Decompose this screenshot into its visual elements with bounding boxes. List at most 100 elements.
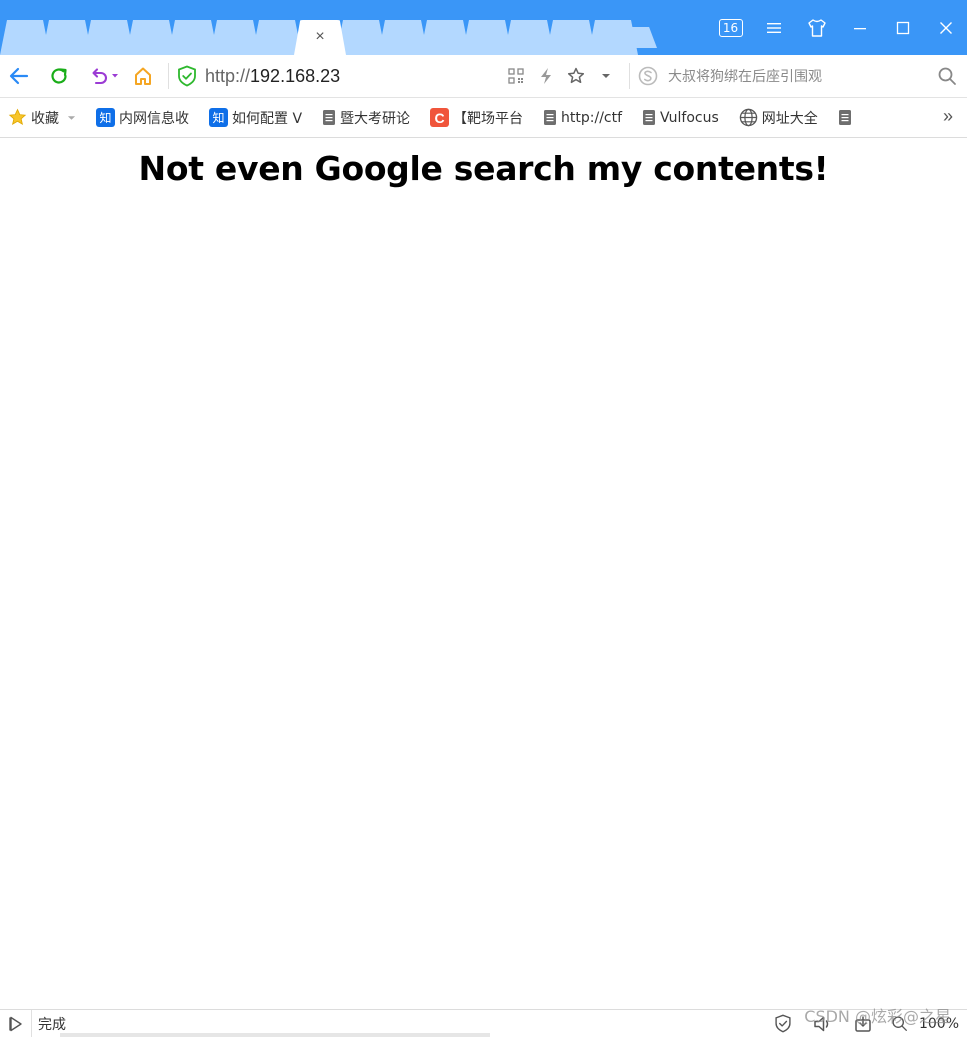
address-dropdown-button[interactable]: [591, 59, 621, 93]
c-logo-icon: C: [430, 108, 450, 127]
maximize-icon: [896, 21, 909, 34]
bookmark-item[interactable]: [838, 104, 852, 132]
more-bookmarks-button[interactable]: »: [943, 106, 953, 127]
refresh-icon: [51, 68, 67, 84]
page-icon: [544, 110, 557, 125]
star-outline-icon: [567, 67, 585, 84]
new-tab-button[interactable]: [621, 27, 657, 48]
bookmark-label: Vulfocus: [660, 109, 719, 126]
chevron-down-icon: [602, 74, 610, 78]
bookmark-item[interactable]: 知 内网信息收: [96, 104, 189, 132]
zoom-magnifier-icon: [892, 1016, 908, 1031]
bookmark-item[interactable]: Vulfocus: [642, 104, 719, 132]
browser-tab[interactable]: [546, 20, 596, 55]
lightning-icon: [541, 68, 551, 84]
bookmark-label: 网址大全: [761, 110, 818, 127]
bookmark-item[interactable]: 知 如何配置 V: [209, 104, 302, 132]
zhihu-icon: 知: [96, 108, 115, 127]
bookmarks-bar: 收藏 知 内网信息收 知 如何配置 V 暨大考研论 C 【靶场平台 http:/…: [0, 98, 967, 138]
status-text: 完成: [38, 1016, 66, 1033]
search-box[interactable]: 大叔将狗绑在后座引围观: [638, 59, 967, 93]
browser-tab-active[interactable]: ×: [294, 20, 346, 55]
download-button[interactable]: [843, 1010, 883, 1037]
browser-tab[interactable]: [168, 20, 218, 55]
browser-tab[interactable]: [84, 20, 134, 55]
browser-tab[interactable]: [252, 20, 302, 55]
bookmark-label: 内网信息收: [119, 110, 189, 127]
security-shield-icon[interactable]: [177, 65, 197, 87]
globe-icon: [739, 108, 758, 127]
bookmark-item[interactable]: 网址大全: [739, 104, 818, 132]
refresh-button[interactable]: [42, 59, 76, 93]
bookmark-label: http://ctf: [561, 109, 623, 126]
download-tray-icon: [855, 1015, 871, 1032]
tab-count-badge: 16: [718, 18, 743, 37]
minimize-button[interactable]: [838, 8, 881, 48]
zoom-button[interactable]: [883, 1010, 917, 1037]
search-icon[interactable]: [937, 66, 957, 86]
page-icon: [838, 110, 851, 125]
undo-icon: [92, 68, 107, 85]
page-icon: [323, 110, 336, 125]
page-heading: Not even Google search my contents!: [138, 149, 829, 188]
browser-tab[interactable]: [42, 20, 92, 55]
bookmark-favorites[interactable]: 收藏: [8, 104, 76, 132]
close-icon: [939, 21, 952, 34]
browser-tab[interactable]: [0, 20, 50, 55]
address-bar-actions: [501, 59, 621, 93]
dropdown-caret-icon: [112, 74, 118, 78]
browser-tab[interactable]: [210, 20, 260, 55]
page-content: Not even Google search my contents!: [0, 139, 967, 1009]
browser-tab[interactable]: [462, 20, 512, 55]
favorites-label: 收藏: [31, 110, 59, 127]
status-left: 完成: [0, 1010, 66, 1037]
skin-button[interactable]: [795, 8, 838, 48]
shirt-icon: [807, 18, 826, 37]
toolbar-divider: [168, 63, 169, 89]
security-status-button[interactable]: [763, 1010, 803, 1037]
sidebar-toggle-button[interactable]: [0, 1010, 32, 1037]
bookmark-item[interactable]: http://ctf: [543, 104, 622, 132]
bookmark-label: 【靶场平台: [453, 110, 524, 127]
home-button[interactable]: [126, 59, 160, 93]
star-filled-icon: [8, 108, 27, 126]
shield-check-icon: [775, 1014, 791, 1033]
sogou-search-engine-icon[interactable]: [638, 66, 658, 86]
horizontal-scrollbar[interactable]: [60, 1033, 490, 1037]
bookmark-label: 暨大考研论: [340, 110, 411, 127]
bookmark-star-button[interactable]: [561, 59, 591, 93]
page-icon: [643, 110, 656, 125]
browser-tab[interactable]: [504, 20, 554, 55]
qr-code-icon: [508, 68, 524, 84]
minimize-icon: [853, 27, 866, 29]
menu-button[interactable]: [752, 8, 795, 48]
bookmark-item[interactable]: C 【靶场平台: [430, 104, 523, 132]
status-right: 100%: [763, 1010, 959, 1037]
qr-code-button[interactable]: [501, 59, 531, 93]
maximize-button[interactable]: [881, 8, 924, 48]
browser-tab[interactable]: [420, 20, 470, 55]
zoom-level[interactable]: 100%: [919, 1016, 959, 1032]
hamburger-menu-icon: [766, 22, 781, 33]
speaker-icon: [814, 1016, 829, 1031]
browser-tab[interactable]: [378, 20, 428, 55]
url-protocol: http://: [205, 65, 251, 86]
window-controls: 16: [709, 0, 967, 55]
search-input[interactable]: 大叔将狗绑在后座引围观: [668, 66, 937, 86]
bookmark-label: 如何配置 V: [232, 110, 303, 127]
tab-count-button[interactable]: 16: [709, 8, 752, 48]
sound-button[interactable]: [803, 1010, 843, 1037]
close-tab-icon[interactable]: ×: [311, 28, 329, 46]
browser-tab[interactable]: [126, 20, 176, 55]
url-text[interactable]: http://192.168.23: [205, 66, 340, 87]
chevron-down-icon: [67, 115, 76, 120]
undo-close-button[interactable]: [82, 59, 126, 93]
navigation-toolbar: http://192.168.23 大叔将狗绑在后座引围观: [0, 55, 967, 98]
fast-mode-button[interactable]: [531, 59, 561, 93]
bookmark-item[interactable]: 暨大考研论: [322, 104, 410, 132]
address-bar[interactable]: http://192.168.23: [177, 59, 493, 93]
back-button[interactable]: [2, 59, 36, 93]
play-outline-icon: [8, 1016, 22, 1031]
close-window-button[interactable]: [924, 8, 967, 48]
zhihu-icon: 知: [209, 108, 228, 127]
